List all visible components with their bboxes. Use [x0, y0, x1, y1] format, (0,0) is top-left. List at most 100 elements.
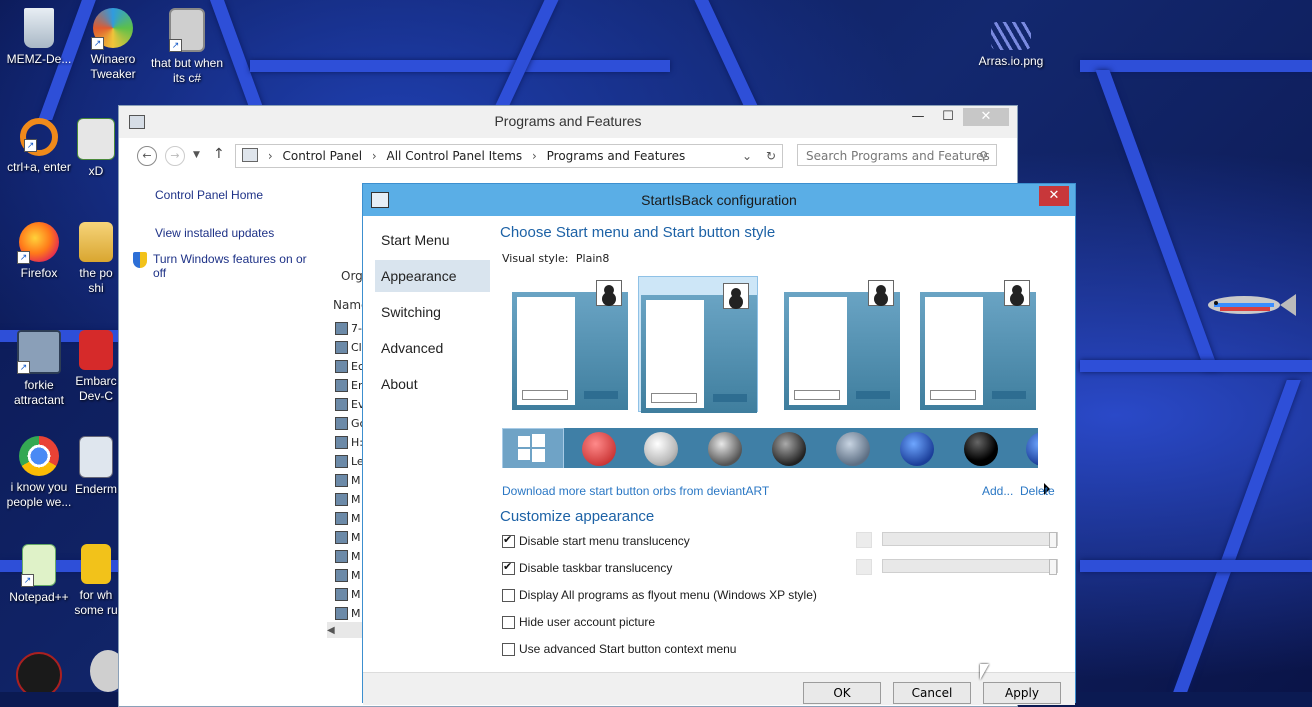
desktop-icon-ctrl-a[interactable]: ↗ ctrl+a, enter [0, 118, 78, 175]
breadcrumb-separator-icon: › [371, 149, 377, 163]
style-thumbnail[interactable] [782, 274, 902, 410]
desktop-icon-memz[interactable]: MEMZ-De... [0, 8, 78, 67]
deviantart-link[interactable]: Download more start button orbs from dev… [502, 484, 769, 498]
style-thumbnail[interactable] [918, 274, 1038, 410]
desktop-icon-enderman[interactable]: Enderm [74, 436, 118, 497]
recent-dropdown-icon[interactable]: ▼ [193, 150, 200, 160]
desktop-icon-arras[interactable]: Arras.io.png [972, 22, 1050, 69]
desktop-icon-forkie[interactable]: ↗ forkie attractant [0, 330, 78, 408]
desktop-icon-the-po[interactable]: the po shi [74, 222, 118, 296]
mouse-cursor-icon [980, 664, 989, 680]
desktop-icon-chrome[interactable]: i know you people we... [0, 436, 78, 510]
dialog-title-bar[interactable]: StartIsBack configuration ✕ [363, 184, 1075, 216]
maximize-button[interactable]: ☐ [933, 108, 963, 126]
fish-image [1200, 290, 1296, 320]
desktop-icon-csharp[interactable]: ↗ that but when its c# [148, 8, 226, 86]
slider-thumb[interactable] [1049, 532, 1057, 548]
white-orb-icon[interactable] [644, 432, 678, 466]
desktop-icon-label: xD [88, 164, 104, 178]
style-thumbnail[interactable] [510, 274, 630, 410]
option-xp-flyout[interactable]: Display All programs as flyout menu (Win… [502, 588, 817, 602]
apply-button[interactable]: Apply [983, 682, 1061, 704]
nav-control-panel-home[interactable]: Control Panel Home [155, 188, 335, 202]
scroll-left-icon[interactable]: ◀ [327, 625, 335, 636]
dialog-title: StartIsBack configuration [641, 192, 797, 208]
partial-orb-icon[interactable] [1026, 432, 1038, 466]
tab-appearance[interactable]: Appearance [375, 260, 490, 292]
minimize-button[interactable]: — [903, 108, 933, 126]
close-button[interactable]: ✕ [963, 108, 1009, 126]
black-orb-icon[interactable] [964, 432, 998, 466]
up-arrow-icon[interactable]: ↑ [213, 146, 225, 162]
blue-orb-icon[interactable] [900, 432, 934, 466]
desktop-icon-firefox[interactable]: ↗ Firefox [0, 222, 78, 281]
appearance-panel: Choose Start menu and Start button style… [500, 224, 1065, 702]
user-avatar-icon [596, 280, 622, 306]
cancel-button[interactable]: Cancel [893, 682, 971, 704]
breadcrumb-separator-icon: › [267, 149, 273, 163]
desktop-icon-for-wh[interactable]: for wh some ru [74, 544, 118, 618]
desktop-icon-winaero[interactable]: ↗ Winaero Tweaker [74, 8, 152, 82]
start-orb-strip [502, 428, 1038, 468]
start-menu-color-swatch[interactable] [856, 532, 872, 548]
delete-orb-link[interactable]: Delete [1020, 484, 1055, 498]
title-bar[interactable]: Programs and Features — ☐ ✕ [119, 106, 1017, 138]
startisback-dialog: StartIsBack configuration ✕ Start Menu A… [362, 183, 1076, 705]
desktop-icon-label: i know you people we... [6, 480, 72, 509]
taskbar-color-swatch[interactable] [856, 559, 872, 575]
breadcrumb-control-panel[interactable]: Control Panel [282, 149, 362, 163]
glass-orb-icon[interactable] [836, 432, 870, 466]
breadcrumb-all-items[interactable]: All Control Panel Items [387, 149, 523, 163]
user-avatar-icon [723, 283, 749, 309]
ok-button[interactable]: OK [803, 682, 881, 704]
add-orb-link[interactable]: Add... [982, 484, 1013, 498]
option-label: Use advanced Start button context menu [519, 642, 737, 656]
search-input[interactable]: Search Programs and Features ⚲ [797, 144, 997, 166]
checkbox[interactable] [502, 560, 515, 575]
option-hide-user-picture[interactable]: Hide user account picture [502, 615, 655, 629]
taskbar-translucency-slider[interactable] [882, 559, 1058, 575]
silver-orb-icon[interactable] [708, 432, 742, 466]
windows8-orb-icon[interactable] [516, 432, 550, 466]
horizontal-scrollbar[interactable]: ◀ [327, 622, 367, 638]
tab-about[interactable]: About [375, 368, 490, 400]
shortcut-arrow-icon: ↗ [21, 574, 34, 587]
tab-start-menu[interactable]: Start Menu [375, 224, 490, 256]
gear-icon: ↗ [17, 330, 61, 374]
checkbox[interactable] [502, 642, 515, 656]
address-bar[interactable]: › Control Panel › All Control Panel Item… [235, 144, 783, 168]
shortcut-arrow-icon: ↗ [91, 37, 104, 50]
address-dropdown-icon[interactable]: ⌄ [742, 145, 752, 167]
back-button[interactable]: ← [137, 146, 157, 166]
nav-view-installed-updates[interactable]: View installed updates [155, 226, 335, 240]
winaero-icon: ↗ [91, 8, 133, 50]
checkbox[interactable] [502, 615, 515, 629]
visual-style-row: Visual style: Plain8 [502, 252, 609, 265]
tab-switching[interactable]: Switching [375, 296, 490, 328]
slider-thumb[interactable] [1049, 559, 1057, 575]
refresh-icon[interactable]: ↻ [766, 145, 776, 167]
option-label: Disable taskbar translucency [519, 561, 673, 575]
option-disable-taskbar-translucency[interactable]: Disable taskbar translucency [502, 560, 673, 575]
option-disable-start-menu-translucency[interactable]: Disable start menu translucency [502, 533, 690, 548]
user-avatar-icon [868, 280, 894, 306]
checkbox[interactable] [502, 588, 515, 602]
forward-button[interactable]: → [165, 146, 185, 166]
option-advanced-context-menu[interactable]: Use advanced Start button context menu [502, 642, 736, 656]
program-icon [335, 531, 348, 544]
dark-orb-icon[interactable] [772, 432, 806, 466]
dialog-close-button[interactable]: ✕ [1039, 186, 1069, 206]
desktop-icon-notepadpp[interactable]: ↗ Notepad++ [0, 544, 78, 605]
christmas-orb-icon[interactable] [582, 432, 616, 466]
desktop-icon-xd[interactable]: xD [74, 118, 118, 179]
style-thumbnail-selected[interactable] [638, 276, 758, 413]
breadcrumb-programs[interactable]: Programs and Features [547, 149, 686, 163]
bottom-left-app-icon[interactable] [16, 652, 62, 692]
desktop-icon-embarcadero[interactable]: Embarc Dev-C [74, 330, 118, 404]
program-icon [335, 360, 348, 373]
checkbox[interactable] [502, 533, 515, 548]
tab-advanced[interactable]: Advanced [375, 332, 490, 364]
nav-turn-windows-features[interactable]: Turn Windows features on or off [133, 252, 313, 280]
start-menu-translucency-slider[interactable] [882, 532, 1058, 548]
option-label: Disable start menu translucency [519, 534, 690, 548]
